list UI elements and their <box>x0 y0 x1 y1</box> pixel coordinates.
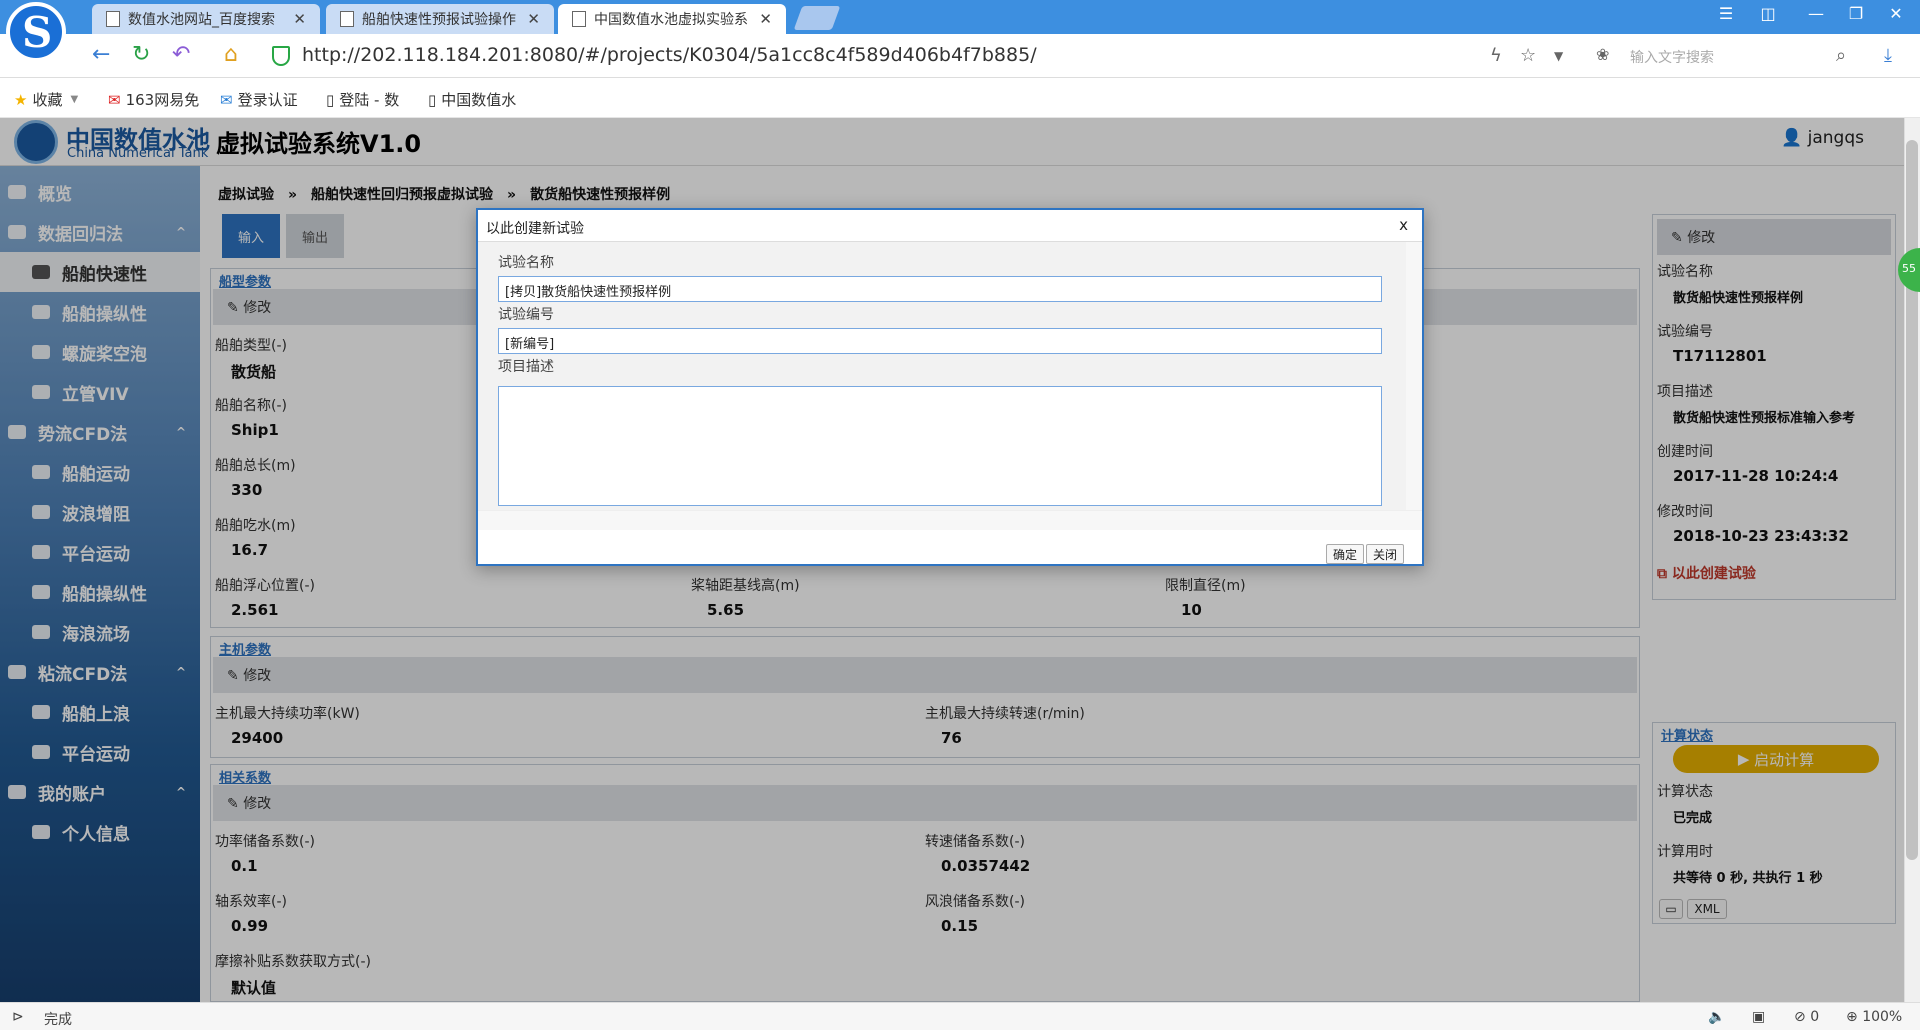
zoom-icon: ⊕ <box>1846 1009 1863 1025</box>
browser-tab-label: 中国数值水池虚拟实验系 <box>594 12 748 28</box>
chevron-down-icon: ▼ <box>70 94 79 105</box>
browser-tab-label: 船舶快速性预报试验操作 <box>362 12 516 28</box>
speaker-icon[interactable]: 🔈 <box>1708 1009 1725 1025</box>
skin-icon[interactable]: ◫ <box>1756 4 1780 23</box>
capture-icon[interactable]: ▣ <box>1752 1009 1765 1025</box>
cancel-button[interactable]: 关闭 <box>1366 544 1405 564</box>
code-label: 试验编号 <box>498 307 554 323</box>
adblock-icon[interactable]: ⊘ 0 <box>1794 1009 1819 1025</box>
address-bar: ← ↻ ↶ ⌂ http://202.118.184.201:8080/#/pr… <box>0 34 1920 78</box>
bookmark-label: 163网易免 <box>125 91 200 109</box>
close-icon[interactable]: ✕ <box>527 10 540 28</box>
browser-status-bar: ⊳ 完成 🔈 ▣ ⊘ 0 ⊕ 100% <box>0 1002 1920 1030</box>
menu-icon[interactable]: ☰ <box>1714 4 1738 23</box>
download-icon[interactable]: ⤓ <box>1884 45 1892 66</box>
paw-icon[interactable]: ❀ <box>1596 45 1609 64</box>
experiment-desc-textarea[interactable] <box>498 386 1382 506</box>
dialog-header: 以此创建新试验 x <box>478 210 1422 242</box>
page-icon: ▯ <box>326 90 335 109</box>
zoom-control[interactable]: ⊕ 100% <box>1846 1009 1902 1025</box>
dialog-title: 以此创建新试验 <box>486 221 584 237</box>
star-icon[interactable]: ☆ <box>1520 45 1536 66</box>
browser-logo: S <box>6 2 66 62</box>
close-icon[interactable]: ✕ <box>293 10 306 28</box>
mail-icon: ✉ <box>220 90 233 109</box>
browser-tab-strip: 数值水池网站_百度搜索 ✕ 船舶快速性预报试验操作 ✕ 中国数值水池虚拟实验系 … <box>0 0 1920 34</box>
dialog-body: 试验名称 [拷贝]散货船快速性预报样例 试验编号 [新编号] 项目描述 <box>478 242 1406 510</box>
page-icon: ▯ <box>428 90 437 109</box>
name-label: 试验名称 <box>498 255 554 271</box>
lightning-icon[interactable]: ϟ <box>1490 45 1502 66</box>
dialog-horizontal-scrollbar[interactable] <box>478 510 1422 530</box>
zoom-level: 100% <box>1862 1009 1903 1025</box>
status-text: 完成 <box>44 1012 72 1028</box>
experiment-name-input[interactable]: [拷贝]散货船快速性预报样例 <box>498 276 1382 302</box>
bookmarks-bar: ★ 收藏 ▼ ✉ 163网易免 ✉ 登录认证 ▯ 登陆 - 数 ▯ 中国数值水 <box>0 78 1920 118</box>
bookmark-label: 中国数值水 <box>441 91 517 109</box>
browser-tab-label: 数值水池网站_百度搜索 <box>128 12 275 28</box>
star-icon: ★ <box>14 90 28 109</box>
security-shield-icon <box>272 46 290 66</box>
desc-label: 项目描述 <box>498 359 554 375</box>
close-window-icon[interactable]: ✕ <box>1884 4 1908 23</box>
experiment-code-input[interactable]: [新编号] <box>498 328 1382 354</box>
chevron-down-icon[interactable]: ▼ <box>1554 49 1563 63</box>
bookmark-label: 登录认证 <box>237 91 298 109</box>
back-icon[interactable]: ← <box>92 42 110 67</box>
bookmark-163[interactable]: ✉ 163网易免 <box>108 89 199 110</box>
bookmark-cnt[interactable]: ▯ 中国数值水 <box>428 89 516 110</box>
home-icon[interactable]: ⌂ <box>224 42 238 67</box>
bookmark-denglu[interactable]: ▯ 登陆 - 数 <box>326 89 399 110</box>
page-icon <box>572 11 586 27</box>
mail-icon: ✉ <box>108 90 121 109</box>
close-icon[interactable]: ✕ <box>759 10 772 28</box>
search-placeholder: 输入文字搜索 <box>1630 50 1714 66</box>
create-experiment-dialog: 以此创建新试验 x 试验名称 [拷贝]散货船快速性预报样例 试验编号 [新编号]… <box>476 208 1424 566</box>
restore-icon[interactable]: ❐ <box>1844 4 1868 23</box>
minimize-icon[interactable]: — <box>1804 4 1828 23</box>
new-tab-button[interactable] <box>793 6 841 30</box>
search-icon[interactable]: ⌕ <box>1836 45 1846 66</box>
url-text[interactable]: http://202.118.184.201:8080/#/projects/K… <box>302 44 1037 66</box>
refresh-icon[interactable]: ↻ <box>132 42 150 67</box>
browser-tab-1[interactable]: 数值水池网站_百度搜索 ✕ <box>92 4 320 34</box>
adblock-count: 0 <box>1810 1009 1820 1025</box>
bookmark-favorites[interactable]: ★ 收藏 ▼ <box>14 89 83 110</box>
bookmark-label: 登陆 - 数 <box>339 91 400 109</box>
browser-tab-3[interactable]: 中国数值水池虚拟实验系 ✕ <box>558 4 786 34</box>
dialog-close-button[interactable]: x <box>1399 216 1408 234</box>
page-icon <box>340 11 354 27</box>
confirm-button[interactable]: 确定 <box>1326 544 1365 564</box>
search-input[interactable]: 输入文字搜索 <box>1620 41 1860 71</box>
browser-tab-2[interactable]: 船舶快速性预报试验操作 ✕ <box>326 4 554 34</box>
baidu-icon <box>106 11 120 27</box>
bookmark-login[interactable]: ✉ 登录认证 <box>220 89 298 110</box>
undo-icon[interactable]: ↶ <box>172 42 190 67</box>
bookmark-label: 收藏 <box>32 91 63 109</box>
sidebar-toggle-icon[interactable]: ⊳ <box>12 1009 24 1025</box>
dialog-vertical-scrollbar[interactable] <box>1406 242 1422 510</box>
